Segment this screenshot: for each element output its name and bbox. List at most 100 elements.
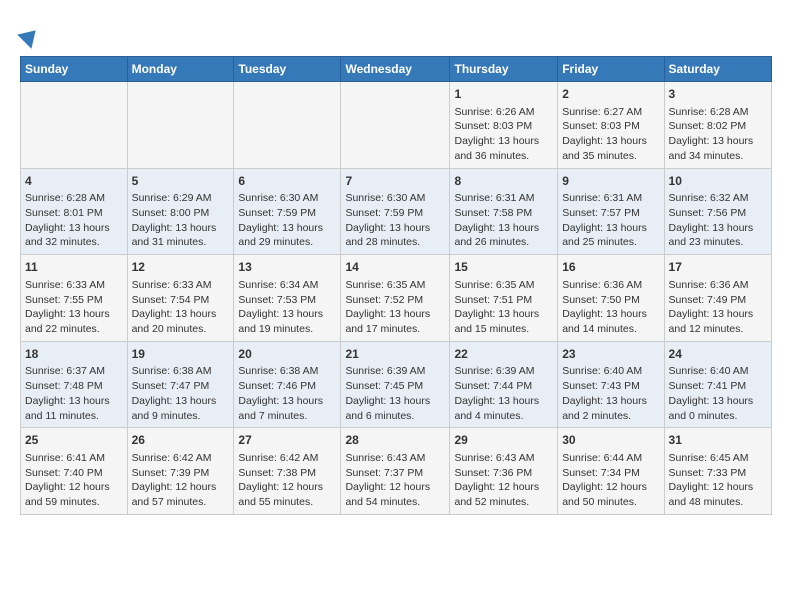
calendar-cell: 11 Sunrise: 6:33 AM Sunset: 7:55 PM Dayli…: [21, 255, 128, 342]
cell-content: Sunrise: 6:36 AM Sunset: 7:50 PM Dayligh…: [562, 278, 659, 337]
cell-content: Sunrise: 6:28 AM Sunset: 8:01 PM Dayligh…: [25, 191, 123, 250]
day-number: 20: [238, 346, 336, 363]
calendar-cell: 19Sunrise: 6:38 AM Sunset: 7:47 PM Dayli…: [127, 341, 234, 428]
calendar-cell: 27 Sunrise: 6:42 AM Sunset: 7:38 PM Dayli…: [234, 428, 341, 515]
cell-content: Sunrise: 6:27 AM Sunset: 8:03 PM Dayligh…: [562, 105, 659, 164]
day-number: 10: [669, 173, 767, 190]
calendar-cell: 7Sunrise: 6:30 AM Sunset: 7:59 PM Daylig…: [341, 168, 450, 255]
cell-content: Sunrise: 6:37 AM Sunset: 7:48 PM Dayligh…: [25, 364, 123, 423]
cell-content: Sunrise: 6:34 AM Sunset: 7:53 PM Dayligh…: [238, 278, 336, 337]
calendar-cell: 14 Sunrise: 6:35 AM Sunset: 7:52 PM Dayli…: [341, 255, 450, 342]
cell-content: Sunrise: 6:42 AM Sunset: 7:38 PM Dayligh…: [238, 451, 336, 510]
cell-content: Sunrise: 6:38 AM Sunset: 7:46 PM Dayligh…: [238, 364, 336, 423]
calendar-cell: 21Sunrise: 6:39 AM Sunset: 7:45 PM Dayli…: [341, 341, 450, 428]
calendar-cell: 23Sunrise: 6:40 AM Sunset: 7:43 PM Dayli…: [558, 341, 664, 428]
cell-content: Sunrise: 6:36 AM Sunset: 7:49 PM Dayligh…: [669, 278, 767, 337]
day-number: 8: [454, 173, 553, 190]
cell-content: Sunrise: 6:35 AM Sunset: 7:52 PM Dayligh…: [345, 278, 445, 337]
cell-content: Sunrise: 6:41 AM Sunset: 7:40 PM Dayligh…: [25, 451, 123, 510]
calendar-cell: [127, 82, 234, 169]
cell-content: Sunrise: 6:45 AM Sunset: 7:33 PM Dayligh…: [669, 451, 767, 510]
day-number: 27: [238, 432, 336, 449]
day-number: 16: [562, 259, 659, 276]
calendar-cell: 31 Sunrise: 6:45 AM Sunset: 7:33 PM Dayli…: [664, 428, 771, 515]
calendar-cell: 1 Sunrise: 6:26 AM Sunset: 8:03 PM Daylig…: [450, 82, 558, 169]
calendar-week-row: 18Sunrise: 6:37 AM Sunset: 7:48 PM Dayli…: [21, 341, 772, 428]
cell-content: Sunrise: 6:30 AM Sunset: 7:59 PM Dayligh…: [345, 191, 445, 250]
day-of-week-header: Thursday: [450, 57, 558, 82]
day-of-week-header: Friday: [558, 57, 664, 82]
cell-content: Sunrise: 6:39 AM Sunset: 7:45 PM Dayligh…: [345, 364, 445, 423]
calendar-cell: 20Sunrise: 6:38 AM Sunset: 7:46 PM Dayli…: [234, 341, 341, 428]
calendar-cell: [21, 82, 128, 169]
day-number: 31: [669, 432, 767, 449]
page-header: [20, 16, 772, 48]
day-number: 1: [454, 86, 553, 103]
calendar-cell: 24Sunrise: 6:40 AM Sunset: 7:41 PM Dayli…: [664, 341, 771, 428]
cell-content: Sunrise: 6:38 AM Sunset: 7:47 PM Dayligh…: [132, 364, 230, 423]
calendar-cell: 13 Sunrise: 6:34 AM Sunset: 7:53 PM Dayli…: [234, 255, 341, 342]
cell-content: Sunrise: 6:28 AM Sunset: 8:02 PM Dayligh…: [669, 105, 767, 164]
calendar-week-row: 11 Sunrise: 6:33 AM Sunset: 7:55 PM Dayli…: [21, 255, 772, 342]
calendar-cell: 9Sunrise: 6:31 AM Sunset: 7:57 PM Daylig…: [558, 168, 664, 255]
cell-content: Sunrise: 6:33 AM Sunset: 7:54 PM Dayligh…: [132, 278, 230, 337]
day-number: 30: [562, 432, 659, 449]
cell-content: Sunrise: 6:33 AM Sunset: 7:55 PM Dayligh…: [25, 278, 123, 337]
day-number: 22: [454, 346, 553, 363]
day-number: 11: [25, 259, 123, 276]
day-number: 25: [25, 432, 123, 449]
day-of-week-header: Sunday: [21, 57, 128, 82]
calendar-table: SundayMondayTuesdayWednesdayThursdayFrid…: [20, 56, 772, 515]
calendar-cell: 10Sunrise: 6:32 AM Sunset: 7:56 PM Dayli…: [664, 168, 771, 255]
cell-content: Sunrise: 6:30 AM Sunset: 7:59 PM Dayligh…: [238, 191, 336, 250]
day-of-week-header: Saturday: [664, 57, 771, 82]
cell-content: Sunrise: 6:39 AM Sunset: 7:44 PM Dayligh…: [454, 364, 553, 423]
day-number: 21: [345, 346, 445, 363]
day-number: 26: [132, 432, 230, 449]
logo-icon: [48, 20, 76, 48]
calendar-cell: 18Sunrise: 6:37 AM Sunset: 7:48 PM Dayli…: [21, 341, 128, 428]
calendar-cell: 2 Sunrise: 6:27 AM Sunset: 8:03 PM Daylig…: [558, 82, 664, 169]
calendar-cell: 17 Sunrise: 6:36 AM Sunset: 7:49 PM Dayli…: [664, 255, 771, 342]
day-number: 9: [562, 173, 659, 190]
day-number: 29: [454, 432, 553, 449]
day-number: 17: [669, 259, 767, 276]
day-number: 13: [238, 259, 336, 276]
cell-content: Sunrise: 6:43 AM Sunset: 7:37 PM Dayligh…: [345, 451, 445, 510]
day-number: 5: [132, 173, 230, 190]
calendar-cell: 26 Sunrise: 6:42 AM Sunset: 7:39 PM Dayli…: [127, 428, 234, 515]
calendar-cell: 22Sunrise: 6:39 AM Sunset: 7:44 PM Dayli…: [450, 341, 558, 428]
calendar-cell: [341, 82, 450, 169]
day-number: 14: [345, 259, 445, 276]
calendar-cell: [234, 82, 341, 169]
calendar-header-row: SundayMondayTuesdayWednesdayThursdayFrid…: [21, 57, 772, 82]
calendar-cell: 28Sunrise: 6:43 AM Sunset: 7:37 PM Dayli…: [341, 428, 450, 515]
cell-content: Sunrise: 6:29 AM Sunset: 8:00 PM Dayligh…: [132, 191, 230, 250]
day-number: 19: [132, 346, 230, 363]
calendar-cell: 16 Sunrise: 6:36 AM Sunset: 7:50 PM Dayli…: [558, 255, 664, 342]
day-of-week-header: Wednesday: [341, 57, 450, 82]
cell-content: Sunrise: 6:35 AM Sunset: 7:51 PM Dayligh…: [454, 278, 553, 337]
day-number: 2: [562, 86, 659, 103]
day-number: 4: [25, 173, 123, 190]
cell-content: Sunrise: 6:31 AM Sunset: 7:57 PM Dayligh…: [562, 191, 659, 250]
cell-content: Sunrise: 6:40 AM Sunset: 7:43 PM Dayligh…: [562, 364, 659, 423]
cell-content: Sunrise: 6:26 AM Sunset: 8:03 PM Dayligh…: [454, 105, 553, 164]
day-of-week-header: Monday: [127, 57, 234, 82]
cell-content: Sunrise: 6:31 AM Sunset: 7:58 PM Dayligh…: [454, 191, 553, 250]
calendar-cell: 8Sunrise: 6:31 AM Sunset: 7:58 PM Daylig…: [450, 168, 558, 255]
day-number: 3: [669, 86, 767, 103]
day-number: 6: [238, 173, 336, 190]
calendar-cell: 6Sunrise: 6:30 AM Sunset: 7:59 PM Daylig…: [234, 168, 341, 255]
logo: [20, 20, 80, 48]
calendar-week-row: 1 Sunrise: 6:26 AM Sunset: 8:03 PM Daylig…: [21, 82, 772, 169]
day-number: 23: [562, 346, 659, 363]
calendar-cell: 12Sunrise: 6:33 AM Sunset: 7:54 PM Dayli…: [127, 255, 234, 342]
cell-content: Sunrise: 6:42 AM Sunset: 7:39 PM Dayligh…: [132, 451, 230, 510]
cell-content: Sunrise: 6:43 AM Sunset: 7:36 PM Dayligh…: [454, 451, 553, 510]
calendar-cell: 3 Sunrise: 6:28 AM Sunset: 8:02 PM Daylig…: [664, 82, 771, 169]
day-number: 7: [345, 173, 445, 190]
calendar-cell: 25 Sunrise: 6:41 AM Sunset: 7:40 PM Dayli…: [21, 428, 128, 515]
day-number: 18: [25, 346, 123, 363]
calendar-week-row: 25 Sunrise: 6:41 AM Sunset: 7:40 PM Dayli…: [21, 428, 772, 515]
